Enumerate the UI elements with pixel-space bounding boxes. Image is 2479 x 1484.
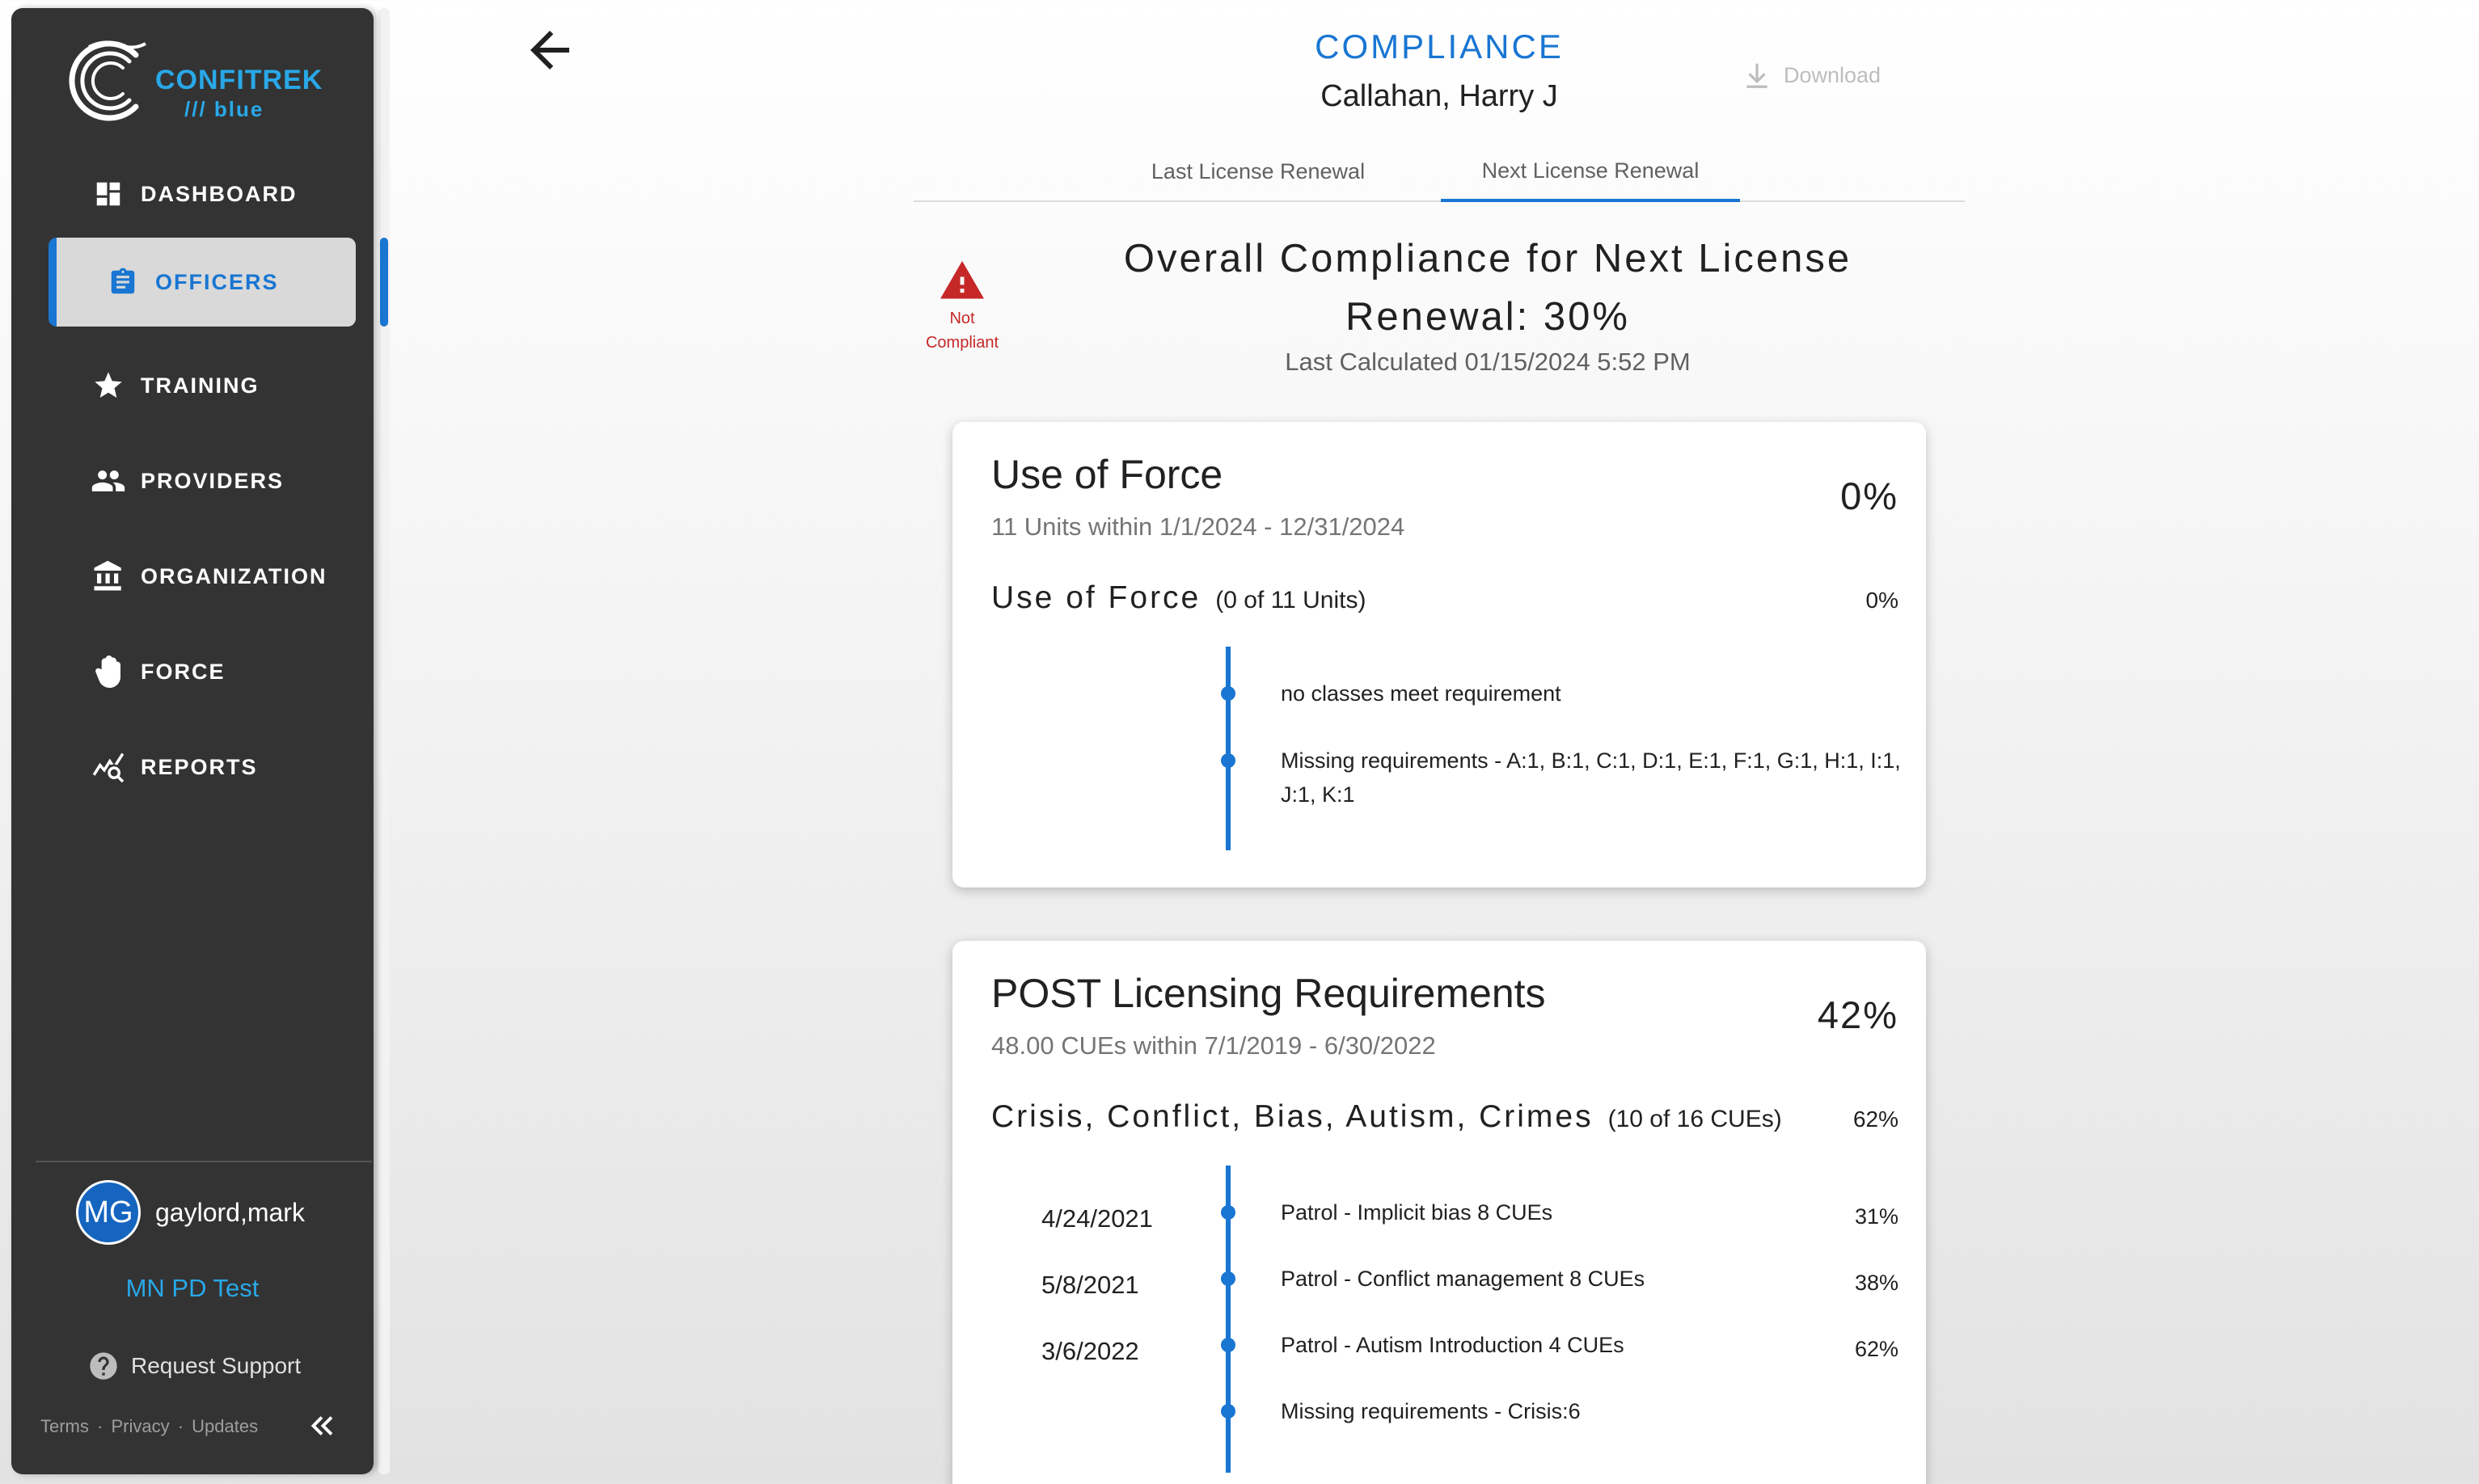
requirement-card-use-of-force: Use of Force 11 Units within 1/1/2024 - … <box>952 422 1926 887</box>
requirement-percent: 0% <box>1865 588 1898 613</box>
timeline-text: Missing requirements - A:1, B:1, C:1, D:… <box>1281 744 1901 812</box>
timeline-line <box>1226 647 1231 850</box>
renewal-tabs: Last License Renewal Next License Renewa… <box>914 142 1965 202</box>
sidebar-item-label: OFFICERS <box>155 269 279 294</box>
people-icon <box>91 463 126 499</box>
double-chevron-left-icon <box>310 1416 333 1436</box>
overall-compliance-line2: Renewal: 30% <box>1345 295 1630 339</box>
chart-search-icon <box>91 749 126 785</box>
missing-requirements-line1: Missing requirements - A:1, B:1, C:1, D:… <box>1281 748 1901 773</box>
clipboard-icon <box>105 264 141 300</box>
timeline-text: no classes meet requirement <box>1281 681 1561 706</box>
sidebar-item-reports[interactable]: REPORTS <box>50 723 357 812</box>
requirement-row: Crisis, Conflict, Bias, Autism, Crimes (… <box>991 1099 1898 1135</box>
collapse-sidebar-button[interactable] <box>307 1411 336 1444</box>
warning-icon <box>940 260 984 299</box>
sidebar-scrollbar[interactable] <box>380 238 388 327</box>
sidebar-item-organization[interactable]: ORGANIZATION <box>50 532 357 621</box>
footer-separator: · <box>97 1416 103 1436</box>
timeline-text[interactable]: Patrol - Autism Introduction 4 CUEs <box>1281 1328 1624 1362</box>
logo-sub-text: /// blue <box>184 97 264 121</box>
footer-separator: · <box>177 1416 184 1436</box>
download-button[interactable]: Download <box>1742 60 1881 91</box>
timeline-percent: 62% <box>1854 1337 1898 1361</box>
officer-name: Callahan, Harry J <box>1320 79 1558 113</box>
footer-links: Terms · Privacy · Updates <box>40 1416 261 1437</box>
request-support-label: Request Support <box>131 1353 302 1378</box>
last-calculated: Last Calculated 01/15/2024 5:52 PM <box>1285 348 1691 376</box>
timeline-text[interactable]: Patrol - Implicit bias 8 CUEs <box>1281 1195 1552 1229</box>
sidebar-item-training[interactable]: TRAINING <box>50 341 357 430</box>
user-profile[interactable]: MG gaylord,mark <box>76 1180 305 1245</box>
timeline-text[interactable]: Patrol - Conflict management 8 CUEs <box>1281 1262 1645 1296</box>
back-button[interactable] <box>521 21 579 83</box>
timeline-date: 4/24/2021 <box>1041 1204 1153 1233</box>
logo-brand-text: CONFITREK <box>155 65 323 95</box>
privacy-link[interactable]: Privacy <box>111 1416 169 1436</box>
requirement-card-post-licensing: POST Licensing Requirements 48.00 CUEs w… <box>952 941 1926 1484</box>
compliance-status: Not Compliant <box>914 257 1011 355</box>
updates-link[interactable]: Updates <box>192 1416 258 1436</box>
sidebar-item-label: DASHBOARD <box>141 181 298 206</box>
requirement-units: (10 of 16 CUEs) <box>1607 1106 1782 1132</box>
sidebar-item-providers[interactable]: PROVIDERS <box>50 436 357 525</box>
timeline-dot <box>1221 686 1235 701</box>
tab-last-license-renewal[interactable]: Last License Renewal <box>1113 142 1404 200</box>
sidebar-item-officers[interactable]: OFFICERS <box>49 238 356 327</box>
sidebar-item-label: TRAINING <box>141 373 260 398</box>
terms-link[interactable]: Terms <box>40 1416 89 1436</box>
sidebar-item-label: ORGANIZATION <box>141 563 327 588</box>
sidebar-item-label: FORCE <box>141 659 226 684</box>
timeline-percent: 38% <box>1854 1271 1898 1295</box>
overall-compliance-line1: Overall Compliance for Next License <box>1123 237 1852 280</box>
requirement-percent: 62% <box>1852 1107 1898 1132</box>
download-label: Download <box>1784 62 1881 87</box>
timeline-percent: 31% <box>1854 1204 1898 1229</box>
timeline-dot <box>1221 1338 1235 1352</box>
timeline-date: 3/6/2022 <box>1041 1337 1139 1365</box>
timeline-dot <box>1221 1404 1235 1419</box>
card-title: POST Licensing Requirements <box>991 971 1546 1016</box>
building-icon <box>91 559 126 594</box>
card-percent: 0% <box>1840 474 1898 517</box>
star-icon <box>91 368 126 403</box>
card-subtitle: 48.00 CUEs within 7/1/2019 - 6/30/2022 <box>991 1031 1436 1060</box>
status-text-line1: Not <box>949 310 975 327</box>
requirement-row: Use of Force (0 of 11 Units) 0% <box>991 580 1898 616</box>
confitrek-logo-icon <box>69 40 146 121</box>
requirement-units: (0 of 11 Units) <box>1215 587 1366 613</box>
help-icon <box>90 1352 117 1380</box>
timeline-text: Missing requirements - Crisis:6 <box>1281 1399 1581 1423</box>
sidebar-divider <box>36 1161 372 1162</box>
missing-requirements-line2: J:1, K:1 <box>1281 782 1355 807</box>
sidebar-scrollbar-track <box>378 8 390 1474</box>
tab-next-license-renewal[interactable]: Next License Renewal <box>1441 142 1740 202</box>
avatar[interactable]: MG <box>76 1180 141 1245</box>
timeline-date: 5/8/2021 <box>1041 1271 1139 1299</box>
sidebar: CONFITREK /// blue DASHBOARD OFFICERS TR… <box>11 8 374 1474</box>
sidebar-item-label: REPORTS <box>141 754 258 779</box>
timeline-dot <box>1221 753 1235 768</box>
status-text-line2: Compliant <box>925 334 999 352</box>
sidebar-item-force[interactable]: FORCE <box>50 627 357 716</box>
sidebar-item-label: PROVIDERS <box>141 468 285 493</box>
card-title: Use of Force <box>991 452 1223 497</box>
hand-icon <box>91 654 126 689</box>
timeline-dot <box>1221 1271 1235 1286</box>
card-subtitle: 11 Units within 1/1/2024 - 12/31/2024 <box>991 512 1405 541</box>
user-name: gaylord,mark <box>155 1197 305 1227</box>
request-support-button[interactable]: Request Support <box>87 1350 301 1382</box>
dashboard-icon <box>91 176 126 212</box>
download-icon <box>1746 63 1767 88</box>
requirement-name: Use of Force <box>991 580 1201 615</box>
requirement-name: Crisis, Conflict, Bias, Autism, Crimes <box>991 1099 1594 1134</box>
card-percent: 42% <box>1817 993 1898 1036</box>
overall-compliance-heading: Overall Compliance for Next License Rene… <box>1092 230 1884 346</box>
organization-name[interactable]: MN PD Test <box>11 1274 374 1303</box>
sidebar-item-dashboard[interactable]: DASHBOARD <box>50 150 357 238</box>
timeline-dot <box>1221 1205 1235 1220</box>
page-title: COMPLIANCE <box>1315 27 1564 65</box>
app-logo[interactable]: CONFITREK /// blue <box>65 26 340 131</box>
arrow-left-icon <box>530 31 569 70</box>
